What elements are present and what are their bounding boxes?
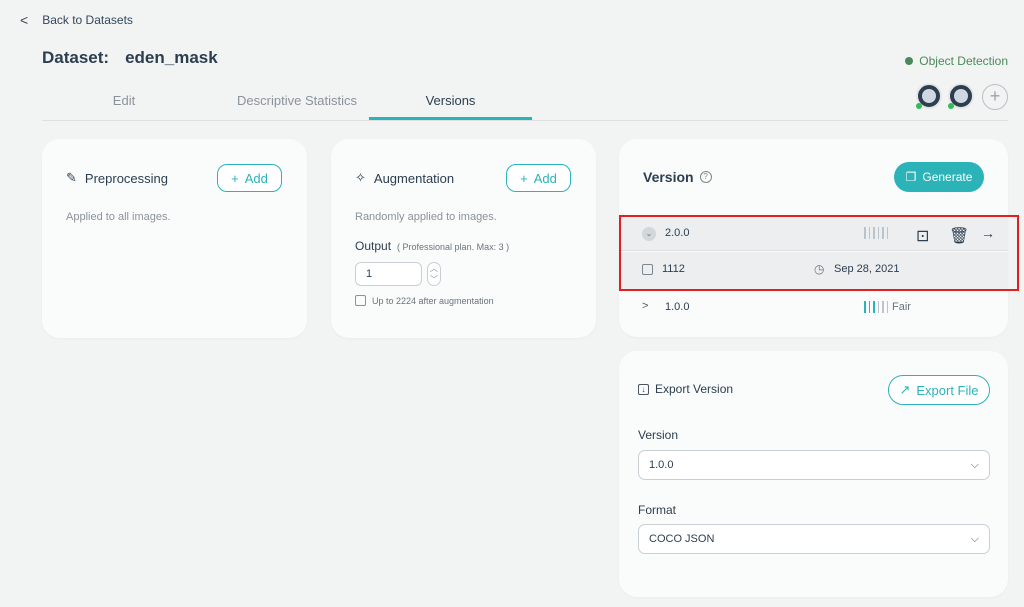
format-select-value: COCO JSON (649, 533, 715, 545)
version-select-value: 1.0.0 (649, 459, 674, 471)
plus-icon: + (520, 170, 528, 186)
after-note: Up to 2224 after augmentation (372, 295, 494, 306)
selection-highlight (619, 215, 1019, 291)
copy-icon: ❐ (905, 170, 917, 184)
version-row-1-0-0[interactable]: > 1.0.0 Fair (620, 295, 1008, 321)
add-preprocessing-button[interactable]: + Add (217, 164, 282, 192)
version-field-label: Version (638, 428, 679, 442)
export-icon: ↓ (638, 383, 649, 395)
status-dot-icon (905, 57, 914, 65)
preprocessing-description: Applied to all images. (66, 211, 171, 223)
version-name: 1.0.0 (665, 301, 690, 313)
sparkle-icon: ✧ (355, 170, 366, 185)
export-file-label: Export File (916, 382, 979, 398)
output-label: Output (355, 239, 392, 253)
brush-icon: ✎ (66, 170, 77, 185)
page-title: Dataset: eden_mask (42, 48, 218, 68)
output-stepper[interactable]: ︿ ﹀ (427, 262, 441, 286)
output-multiplier-input[interactable]: 1 (355, 262, 422, 286)
add-augmentation-button[interactable]: + Add (506, 164, 571, 192)
output-label-row: Output ( Professional plan. Max: 3 ) (355, 239, 509, 253)
preprocessing-header: ✎ Preprocessing (66, 170, 168, 186)
project-type-badge: Object Detection (905, 54, 1008, 68)
add-preprocessing-label: Add (244, 170, 268, 186)
augmentation-title: Augmentation (373, 170, 455, 186)
chevron-right-icon[interactable]: > (642, 300, 648, 312)
chevron-left-icon: < (20, 12, 29, 28)
plan-note: ( Professional plan. Max: 3 ) (397, 242, 510, 252)
export-file-button[interactable]: ↗ Export File (888, 375, 990, 405)
chevron-up-icon[interactable]: ︿ (428, 263, 440, 274)
chevron-down-icon[interactable]: ﹀ (428, 274, 440, 285)
tab-versions[interactable]: Versions (369, 82, 532, 120)
project-type-label: Object Detection (919, 54, 1008, 68)
format-select[interactable]: COCO JSON ⌵ (638, 524, 990, 554)
generate-label: Generate (922, 170, 973, 184)
add-augmentation-label: Add (533, 170, 557, 186)
back-link[interactable]: < Back to Datasets (20, 12, 133, 28)
health-bars-icon (864, 301, 888, 313)
tab-descriptive-statistics[interactable]: Descriptive Statistics (222, 82, 372, 120)
export-title: Export Version (655, 382, 734, 396)
plus-icon: + (231, 170, 239, 186)
version-select[interactable]: 1.0.0 ⌵ (638, 450, 990, 480)
image-icon (355, 295, 366, 306)
dataset-name: eden_mask (125, 48, 218, 67)
preprocessing-title: Preprocessing (84, 170, 169, 186)
augmentation-description: Randomly applied to images. (355, 211, 497, 223)
external-link-icon: ↗ (899, 382, 911, 397)
chevron-down-icon: ⌵ (970, 533, 979, 545)
preprocessing-card: ✎ Preprocessing + Add Applied to all ima… (42, 139, 307, 338)
question-circle-icon[interactable]: ? (699, 171, 712, 183)
augmentation-result-note: Up to 2224 after augmentation (355, 295, 494, 306)
export-header: ↓ Export Version (638, 382, 733, 396)
health-label: Fair (892, 301, 911, 313)
generate-button[interactable]: ❐ Generate (894, 162, 984, 192)
tab-edit[interactable]: Edit (84, 82, 164, 120)
back-label: Back to Datasets (42, 13, 133, 27)
tab-bar: Edit Descriptive Statistics Versions (42, 82, 1008, 121)
chevron-down-icon: ⌵ (970, 459, 979, 471)
version-header: Version ? (643, 169, 712, 185)
augmentation-card: ✧ Augmentation + Add Randomly applied to… (331, 139, 596, 338)
dataset-prefix: Dataset: (42, 48, 110, 67)
format-field-label: Format (638, 503, 677, 517)
augmentation-header: ✧ Augmentation (355, 170, 454, 186)
version-title: Version (643, 169, 694, 185)
